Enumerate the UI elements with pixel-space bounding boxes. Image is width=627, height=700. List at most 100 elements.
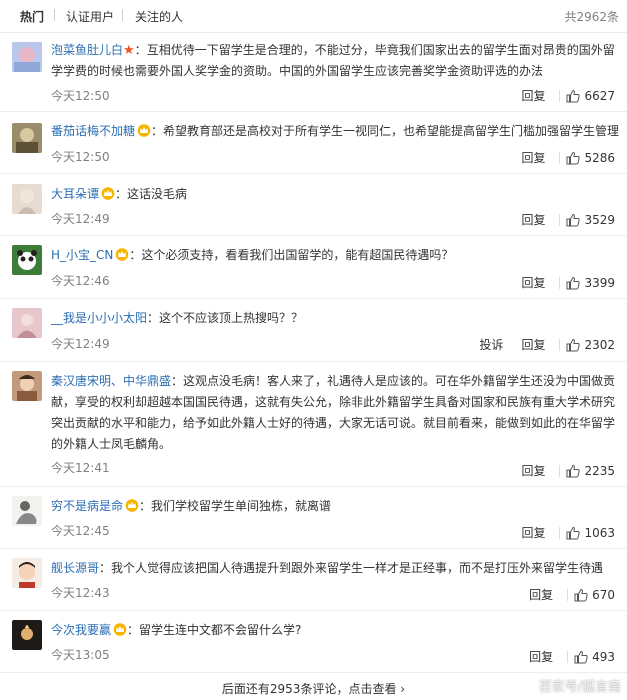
avatar[interactable] [12, 184, 42, 214]
comment-actions: 投诉 回复 2302 [479, 336, 615, 353]
comment-actions: 回复 5286 [521, 149, 615, 166]
comment-actions: 回复 3399 [521, 274, 615, 291]
thumbs-up-icon [566, 464, 580, 478]
tab-verified-users[interactable]: 认证用户 [66, 8, 114, 25]
thumbs-up-icon [574, 588, 588, 602]
like-button[interactable]: 1063 [566, 526, 615, 540]
action-divider [559, 527, 561, 539]
avatar[interactable] [12, 308, 42, 338]
comment-time: 今天12:46 [51, 274, 110, 288]
crown-badge-icon [101, 187, 115, 200]
username[interactable]: 穷不是病是命 [51, 499, 123, 513]
action-divider [559, 90, 561, 102]
comment-text: 大耳朵谭 ：这话没毛病 [51, 187, 188, 201]
comment-time: 今天13:05 [51, 648, 110, 662]
username[interactable]: __我是小小小太阳 [51, 311, 147, 325]
tab-following[interactable]: 关注的人 [135, 8, 183, 25]
reply-button[interactable]: 回复 [521, 211, 545, 228]
comment-divider [0, 111, 627, 112]
comment-divider [0, 173, 627, 174]
comment-actions: 回复 3529 [521, 211, 615, 228]
like-button[interactable]: 670 [574, 588, 615, 602]
action-divider [559, 214, 561, 226]
like-button[interactable]: 3399 [566, 276, 615, 290]
star-badge-icon: ★ [123, 43, 135, 58]
username[interactable]: 秦汉唐宋明、中华鼎盛 [51, 374, 171, 388]
comment-divider [0, 361, 627, 362]
like-button[interactable]: 3529 [566, 213, 615, 227]
comment-divider [0, 672, 627, 673]
reply-button[interactable]: 回复 [521, 462, 545, 479]
comment-body: 我们学校留学生单间独栋，就离谱 [151, 499, 332, 513]
comment-time: 今天12:49 [51, 212, 110, 226]
comment-text: __我是小小小太阳：这个不应该顶上热搜吗？？ [51, 311, 304, 325]
reply-button[interactable]: 回复 [529, 648, 553, 665]
like-count: 493 [592, 650, 615, 664]
reply-button[interactable]: 回复 [521, 336, 545, 353]
report-button[interactable]: 投诉 [479, 336, 503, 353]
comment-text: 今次我要赢 ：留学生连中文都不会留什么学? [51, 623, 302, 637]
tab-hot[interactable]: 热门 [20, 8, 44, 25]
like-count: 1063 [584, 526, 615, 540]
tab-divider [54, 9, 55, 21]
like-count: 3399 [584, 276, 615, 290]
thumbs-up-icon [566, 89, 580, 103]
crown-badge-icon [125, 499, 139, 512]
reply-button[interactable]: 回复 [529, 586, 553, 603]
thumbs-up-icon [566, 151, 580, 165]
username[interactable]: 今次我要赢 [51, 623, 111, 637]
comment-divider [0, 486, 627, 487]
comment-text: 泡菜鱼肚儿白★：互相优待一下留学生是合理的，不能过分，毕竟我们国家出去的留学生面… [51, 43, 615, 78]
reply-button[interactable]: 回复 [521, 149, 545, 166]
comment-divider [0, 610, 627, 611]
action-divider [567, 651, 569, 663]
load-more-comments-link[interactable]: 后面还有2953条评论，点击查看 › [0, 680, 627, 697]
action-divider [567, 589, 569, 601]
comment-text: 秦汉唐宋明、中华鼎盛：这观点没毛病！客人来了，礼遇待人是应该的。可在华外籍留学生… [51, 374, 616, 451]
comment-time: 今天12:50 [51, 89, 110, 103]
comment-actions: 回复 6627 [521, 87, 615, 104]
reply-button[interactable]: 回复 [521, 274, 545, 291]
avatar[interactable] [12, 558, 42, 588]
like-count: 6627 [584, 89, 615, 103]
comment-time: 今天12:43 [51, 586, 110, 600]
crown-badge-icon [137, 124, 151, 137]
like-button[interactable]: 5286 [566, 151, 615, 165]
avatar[interactable] [12, 620, 42, 650]
username[interactable]: 大耳朵谭 [51, 187, 99, 201]
watermark: 百家号/狐言斋 [538, 680, 621, 695]
reply-button[interactable]: 回复 [521, 524, 545, 541]
comment-time: 今天12:41 [51, 461, 110, 475]
comment-actions: 回复 670 [529, 586, 615, 603]
comment-actions: 回复 1063 [521, 524, 615, 541]
comment-divider [0, 235, 627, 236]
like-count: 2302 [584, 338, 615, 352]
comment-text: 舰长源哥：我个人觉得应该把国人待遇提升到跟外来留学生一样才是正经事，而不是打压外… [51, 561, 604, 575]
thumbs-up-icon [574, 650, 588, 664]
username[interactable]: 舰长源哥 [51, 561, 99, 575]
avatar[interactable] [12, 42, 42, 72]
like-button[interactable]: 2302 [566, 338, 615, 352]
avatar[interactable] [12, 245, 42, 275]
comment-body: 我个人觉得应该把国人待遇提升到跟外来留学生一样才是正经事，而不是打压外来留学生待… [111, 561, 604, 575]
username[interactable]: 泡菜鱼肚儿白 [51, 43, 123, 57]
like-button[interactable]: 493 [574, 650, 615, 664]
comment-divider [0, 548, 627, 549]
comment-body: 希望教育部还是高校对于所有学生一视同仁，也希望能提高留学生门槛加强留学生管理 [163, 124, 620, 138]
like-button[interactable]: 6627 [566, 89, 615, 103]
username[interactable]: H_小宝_CN [51, 248, 113, 262]
comment-time: 今天12:50 [51, 150, 110, 164]
crown-badge-icon [115, 248, 129, 261]
avatar[interactable] [12, 123, 42, 153]
comment-text: H_小宝_CN ：这个必须支持，看看我们出国留学的，能有超国民待遇吗？ [51, 248, 454, 262]
avatar[interactable] [12, 371, 42, 401]
avatar[interactable] [12, 496, 42, 526]
crown-badge-icon [113, 623, 127, 636]
reply-button[interactable]: 回复 [521, 87, 545, 104]
username[interactable]: 番茄话梅不加糖 [51, 124, 135, 138]
action-divider [559, 465, 561, 477]
like-button[interactable]: 2235 [566, 464, 615, 478]
comment-tabs: 热门 认证用户 关注的人 共2962条 [0, 0, 627, 33]
like-count: 670 [592, 588, 615, 602]
comment-body: 这个必须支持，看看我们出国留学的，能有超国民待遇吗？ [141, 248, 454, 262]
